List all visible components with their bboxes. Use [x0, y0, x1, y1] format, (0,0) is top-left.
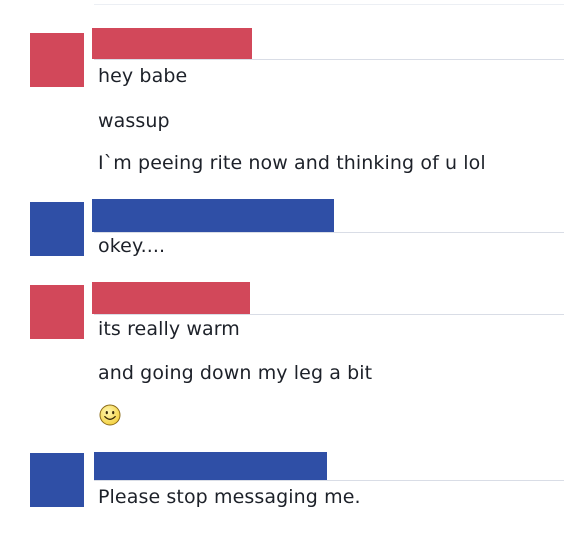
message-text: wassup	[98, 110, 170, 132]
divider	[94, 480, 564, 481]
sender-name-redacted[interactable]	[92, 28, 252, 59]
sender-name-redacted[interactable]	[94, 452, 327, 480]
sender-name-redacted[interactable]	[92, 199, 334, 232]
divider	[94, 59, 564, 60]
message-text: okey....	[98, 235, 166, 257]
message-text: its really warm	[98, 318, 240, 340]
avatar[interactable]	[30, 33, 84, 87]
divider	[94, 232, 564, 233]
divider	[94, 314, 564, 315]
message-text: hey babe	[98, 65, 188, 87]
message-text: and going down my leg a bit	[98, 362, 373, 384]
avatar[interactable]	[30, 285, 84, 339]
smiley-emoji-icon	[99, 404, 121, 426]
sender-name-redacted[interactable]	[92, 282, 250, 314]
avatar[interactable]	[30, 202, 84, 256]
message-text: Please stop messaging me.	[98, 486, 361, 508]
divider	[94, 4, 564, 5]
avatar[interactable]	[30, 453, 84, 507]
message-text: I`m peeing rite now and thinking of u lo…	[98, 152, 486, 174]
